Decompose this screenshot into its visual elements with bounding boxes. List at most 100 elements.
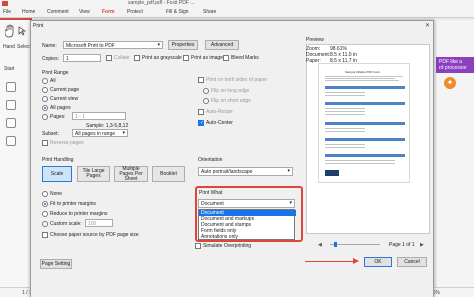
- assistant-icon[interactable]: ✦: [444, 77, 456, 89]
- grayscale-checkbox[interactable]: [134, 55, 140, 61]
- print-what-option[interactable]: Annotations only: [199, 234, 296, 240]
- hand-icon[interactable]: [4, 24, 15, 40]
- select-tool-label: Select: [17, 44, 31, 50]
- print-what-value: Document: [201, 201, 224, 207]
- none-radio[interactable]: [42, 191, 48, 197]
- preview-page-title: Sample Fillable PDF Form: [345, 70, 381, 74]
- current-view-label: Current view: [50, 96, 79, 102]
- long-edge-radio[interactable]: [203, 88, 209, 94]
- ok-button[interactable]: OK: [364, 257, 392, 267]
- ribbon: File Home Comment View Form Protect Fill…: [0, 7, 474, 18]
- page-counter: Page 1 of 1: [389, 242, 415, 248]
- annotation-arrow-head: [353, 258, 359, 264]
- window-title: sample_pdf.pdf - Foxit PDF ...: [128, 0, 195, 6]
- fit-margins-radio[interactable]: [42, 201, 48, 207]
- multiple-pages-button[interactable]: Multiple Pages Per Sheet: [114, 166, 148, 182]
- promo-banner[interactable]: PDF like a rd processor: [436, 57, 474, 73]
- subset-select[interactable]: All pages in range ▾: [72, 129, 128, 137]
- all-pages-label: All pages: [50, 105, 71, 111]
- all-radio[interactable]: [42, 78, 48, 84]
- pages-radio[interactable]: [42, 114, 48, 120]
- page-thumbnail-icon[interactable]: [6, 82, 16, 92]
- tab-form[interactable]: Form: [102, 9, 115, 15]
- bookmark-icon[interactable]: [6, 100, 16, 110]
- close-icon[interactable]: ✕: [425, 22, 430, 29]
- next-page-icon[interactable]: ▶: [420, 242, 424, 248]
- tab-protect[interactable]: Protect: [127, 9, 143, 15]
- tab-home[interactable]: Home: [22, 9, 35, 15]
- all-label: All: [50, 78, 56, 84]
- start-label[interactable]: Start: [4, 66, 15, 72]
- advanced-button[interactable]: Advanced: [205, 40, 239, 50]
- print-what-dropdown: Document Document and markups Document a…: [198, 209, 296, 240]
- preview-title: Preview: [306, 37, 324, 43]
- dialog-title: Print: [33, 23, 44, 29]
- reduce-margins-radio[interactable]: [42, 211, 48, 217]
- annotation-arrow: [305, 261, 357, 262]
- choose-paper-source-label: Choose paper source by PDF page size: [50, 232, 139, 238]
- print-range-title: Print Range: [42, 70, 69, 76]
- current-page-radio[interactable]: [42, 87, 48, 93]
- tab-fill-sign[interactable]: Fill & Sign: [166, 9, 189, 15]
- custom-scale-radio[interactable]: [42, 221, 48, 227]
- orientation-title: Orientation: [198, 157, 223, 163]
- copies-input[interactable]: 1: [63, 54, 101, 62]
- fit-margins-label: Fit to printer margins: [50, 201, 96, 207]
- custom-scale-input[interactable]: 100: [85, 219, 113, 227]
- printer-select[interactable]: Microsoft Print to PDF ▾: [63, 41, 163, 49]
- properties-button[interactable]: Properties: [168, 40, 198, 50]
- orientation-value: Auto portrait/landscape: [201, 169, 253, 175]
- tile-large-pages-button[interactable]: Tile Large Pages: [77, 166, 110, 182]
- page-setting-button[interactable]: Page Setting: [40, 259, 72, 269]
- cancel-button[interactable]: Cancel: [397, 257, 427, 267]
- tab-view[interactable]: View: [79, 9, 90, 15]
- bleed-marks-checkbox[interactable]: [223, 55, 229, 61]
- orientation-select[interactable]: Auto portrait/landscape ▾: [198, 167, 293, 176]
- promo-text: PDF like a rd processor: [439, 59, 467, 71]
- chevron-down-icon: ▾: [157, 42, 160, 48]
- both-sides-checkbox[interactable]: [198, 77, 204, 83]
- print-what-title: Print What: [199, 190, 223, 196]
- print-as-image-label: Print as image: [191, 55, 223, 61]
- current-view-radio[interactable]: [42, 96, 48, 102]
- tab-file[interactable]: File: [3, 9, 11, 15]
- auto-center-label: Auto-Center: [206, 120, 233, 126]
- print-as-image-checkbox[interactable]: [183, 55, 189, 61]
- reverse-pages-checkbox[interactable]: [42, 140, 48, 146]
- subset-label: Subset:: [42, 131, 59, 137]
- page-slider[interactable]: [330, 242, 380, 247]
- layers-icon[interactable]: [6, 118, 16, 128]
- reverse-pages-label: Reverse pages: [50, 140, 84, 146]
- hand-tool-label: Hand: [3, 44, 15, 50]
- collate-checkbox[interactable]: [106, 55, 112, 61]
- attachment-icon[interactable]: [6, 136, 16, 146]
- long-edge-label: Flip on long edge: [211, 88, 250, 94]
- auto-rotate-checkbox[interactable]: [198, 109, 204, 115]
- bleed-marks-label: Bleed Marks: [231, 55, 259, 61]
- preview-page: Sample Fillable PDF Form: [318, 63, 410, 183]
- subset-value: All pages in range: [75, 131, 116, 137]
- short-edge-label: Flip on short edge: [211, 98, 252, 104]
- auto-rotate-label: Auto-Rotate: [206, 109, 233, 115]
- short-edge-radio[interactable]: [203, 98, 209, 104]
- scale-mode-button[interactable]: Scale: [42, 166, 72, 182]
- all-pages-radio[interactable]: [42, 105, 48, 111]
- copies-label: Copies:: [42, 56, 59, 62]
- custom-scale-label: Custom scale:: [50, 221, 82, 227]
- none-label: None: [50, 191, 62, 197]
- printer-value: Microsoft Print to PDF: [66, 43, 115, 49]
- simulate-overprinting-checkbox[interactable]: [195, 243, 201, 249]
- prev-page-icon[interactable]: ◀: [318, 242, 322, 248]
- select-cursor-icon[interactable]: [18, 26, 27, 38]
- pages-input[interactable]: 1 - 1: [72, 112, 126, 120]
- print-what-select[interactable]: Document ▾: [198, 199, 295, 208]
- reduce-margins-label: Reduce to printer margins: [50, 211, 108, 217]
- current-page-label: Current page: [50, 87, 80, 93]
- choose-paper-source-checkbox[interactable]: [42, 232, 48, 238]
- auto-center-checkbox[interactable]: [198, 120, 204, 126]
- booklet-button[interactable]: Booklet: [152, 166, 185, 182]
- pages-label: Pages:: [50, 114, 66, 120]
- tab-comment[interactable]: Comment: [47, 9, 69, 15]
- simulate-overprinting-label: Simulate Overprinting: [203, 243, 252, 249]
- tab-share[interactable]: Share: [203, 9, 216, 15]
